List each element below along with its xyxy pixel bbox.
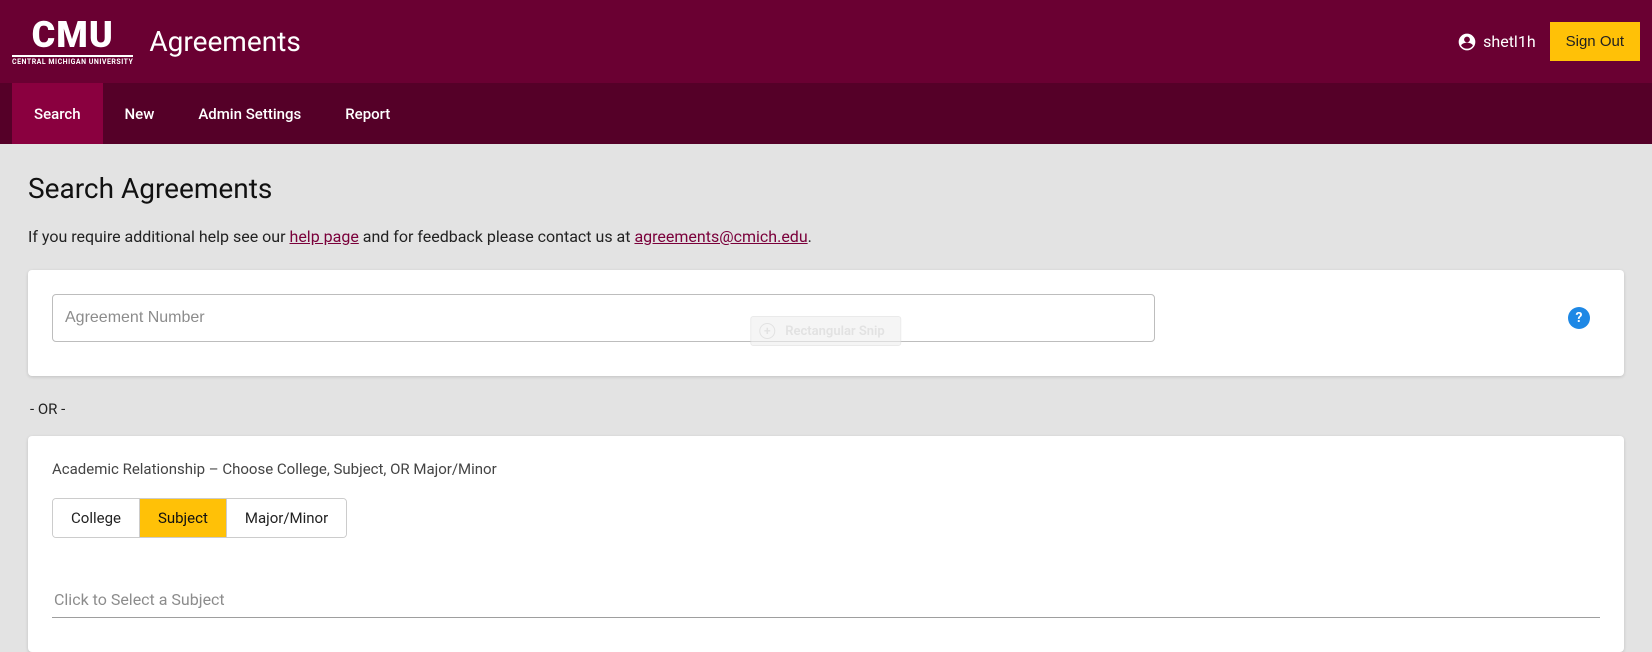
agreements-email-link[interactable]: agreements@cmich.edu	[634, 227, 807, 246]
nav-new-label: New	[125, 105, 155, 123]
logo-main-text: CMU	[32, 17, 114, 53]
main-nav: Search New Admin Settings Report	[0, 83, 1652, 144]
tab-college[interactable]: College	[53, 499, 140, 537]
header-left-group: CMU CENTRAL MICHIGAN UNIVERSITY Agreemen…	[12, 17, 301, 66]
subject-select[interactable]: Click to Select a Subject	[52, 582, 1600, 618]
tab-college-label: College	[71, 509, 121, 527]
nav-new[interactable]: New	[103, 83, 177, 144]
or-separator: - OR -	[30, 400, 1624, 418]
user-name: shetl1h	[1483, 32, 1535, 51]
tab-major-minor-label: Major/Minor	[245, 509, 328, 527]
relationship-tabs: College Subject Major/Minor	[52, 498, 347, 538]
relationship-label: Academic Relationship – Choose College, …	[52, 460, 1600, 478]
academic-relationship-card: Academic Relationship – Choose College, …	[28, 436, 1624, 652]
user-chip[interactable]: shetl1h	[1457, 32, 1535, 52]
help-pre: If you require additional help see our	[28, 227, 290, 246]
nav-report[interactable]: Report	[323, 83, 412, 144]
nav-report-label: Report	[345, 105, 390, 123]
page-title: Search Agreements	[28, 172, 1624, 205]
nav-search[interactable]: Search	[12, 83, 103, 144]
help-text: If you require additional help see our h…	[28, 227, 1624, 246]
help-page-link[interactable]: help page	[290, 227, 359, 246]
help-mid: and for feedback please contact us at	[359, 227, 635, 246]
tab-major-minor[interactable]: Major/Minor	[227, 499, 346, 537]
logo-divider	[12, 55, 133, 57]
tab-subject[interactable]: Subject	[140, 499, 227, 537]
agreement-number-card: ?	[28, 270, 1624, 376]
nav-admin-label: Admin Settings	[198, 105, 301, 123]
user-icon	[1457, 32, 1477, 52]
logo-sub-text: CENTRAL MICHIGAN UNIVERSITY	[12, 59, 133, 66]
nav-search-label: Search	[34, 105, 81, 123]
agreement-number-input[interactable]	[52, 294, 1155, 342]
help-icon[interactable]: ?	[1568, 307, 1590, 329]
top-header: CMU CENTRAL MICHIGAN UNIVERSITY Agreemen…	[0, 0, 1652, 83]
cmu-logo[interactable]: CMU CENTRAL MICHIGAN UNIVERSITY	[12, 17, 133, 66]
app-title: Agreements	[149, 25, 300, 58]
nav-admin-settings[interactable]: Admin Settings	[176, 83, 323, 144]
help-post: .	[808, 227, 812, 246]
page-content: Search Agreements If you require additio…	[0, 144, 1652, 652]
tab-subject-label: Subject	[158, 509, 208, 527]
agreement-number-wrap: ?	[52, 294, 1600, 342]
signout-button[interactable]: Sign Out	[1550, 22, 1640, 61]
header-right-group: shetl1h Sign Out	[1457, 22, 1640, 61]
